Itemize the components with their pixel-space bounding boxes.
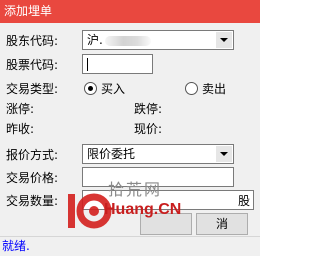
watermark-text-cn: 拾荒网	[108, 180, 163, 199]
buy-radio-label[interactable]: 买入	[101, 81, 125, 97]
sell-radio-label[interactable]: 卖出	[202, 81, 226, 97]
stock-code-input[interactable]	[82, 54, 153, 74]
status-bar: 就绪.	[0, 236, 260, 256]
shareholder-code-label: 股东代码:	[6, 34, 59, 48]
status-text: 就绪.	[2, 239, 30, 253]
shareholder-code-value: 沪.	[87, 33, 103, 47]
cancel-button[interactable]: 消	[196, 213, 248, 235]
trade-quantity-label: 交易数量:	[6, 194, 59, 208]
current-price-label: 现价:	[134, 122, 163, 136]
quote-method-label: 报价方式:	[6, 148, 59, 162]
window-title: 添加埋单	[4, 4, 53, 18]
quote-method-select[interactable]: 限价委托	[82, 144, 234, 164]
text-cursor	[87, 58, 88, 71]
chevron-down-icon[interactable]	[216, 32, 232, 48]
shareholder-code-select[interactable]: 沪.	[82, 30, 234, 50]
trade-price-label: 交易价格:	[6, 171, 59, 185]
title-bar: 添加埋单	[0, 0, 260, 23]
trade-type-label: 交易类型:	[6, 82, 59, 96]
quote-method-value: 限价委托	[87, 147, 136, 161]
sell-radio[interactable]	[185, 82, 198, 95]
quantity-unit-label: 股	[238, 194, 251, 208]
stock-code-label: 股票代码:	[6, 58, 59, 72]
cancel-button-label: 消	[215, 217, 228, 231]
limit-down-label: 跌停:	[134, 102, 163, 116]
watermark-text-en: Huang.CN	[104, 201, 182, 218]
buy-radio[interactable]	[84, 82, 97, 95]
limit-up-label: 涨停:	[6, 102, 35, 116]
masked-account-number	[104, 35, 151, 46]
chevron-down-icon[interactable]	[216, 146, 232, 162]
prev-close-label: 昨收:	[6, 122, 35, 136]
